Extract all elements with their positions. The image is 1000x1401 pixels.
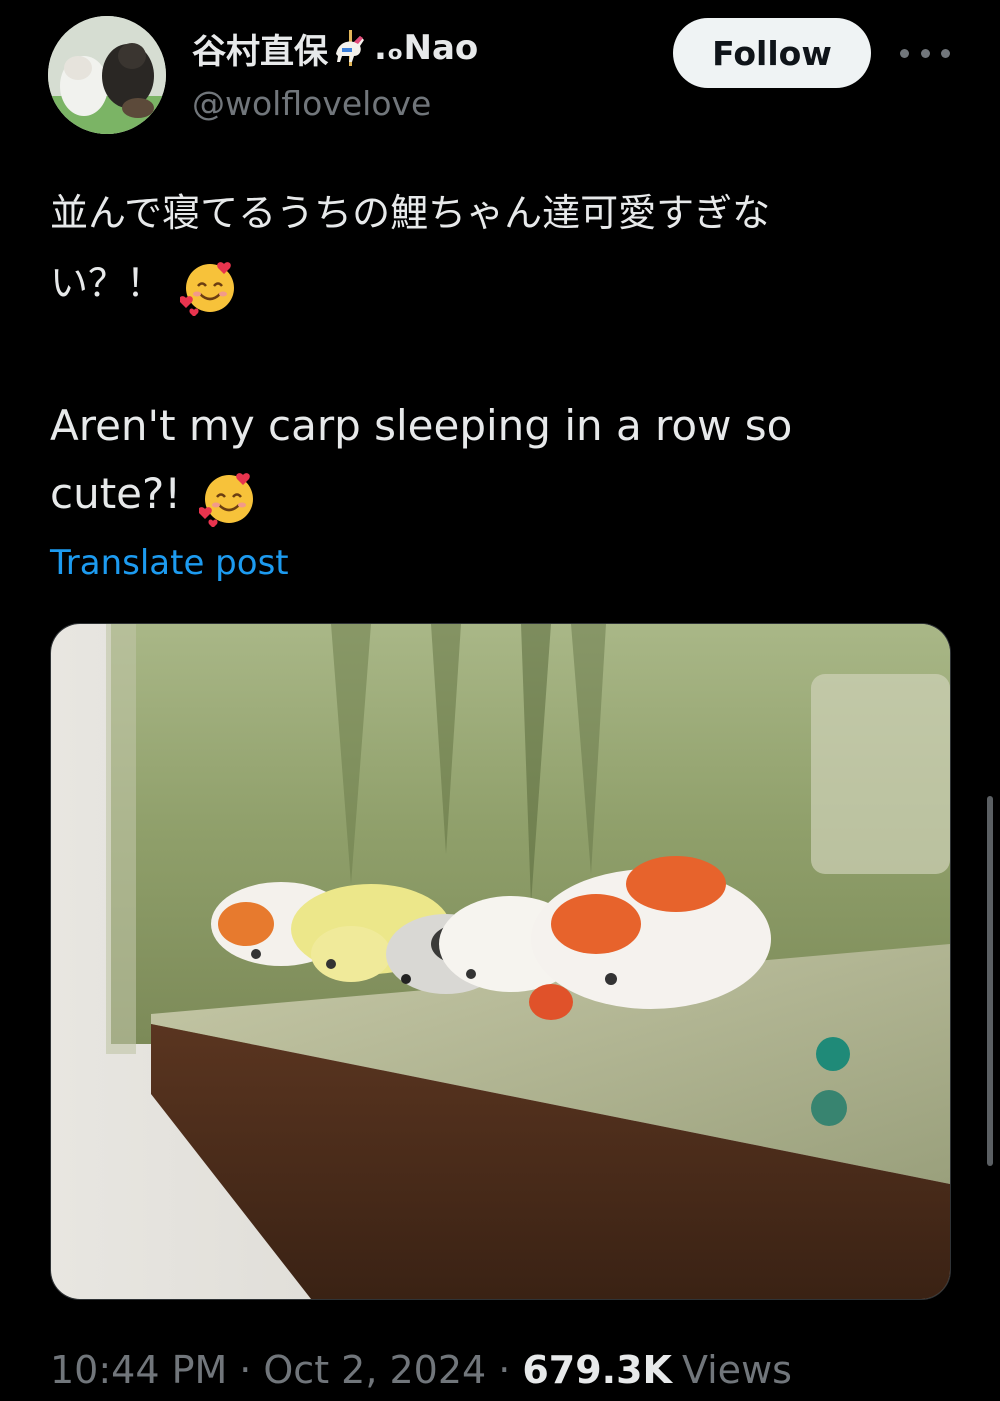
post-text-en-line2: cute?! [50,469,182,518]
meta-separator: · [239,1348,252,1392]
post-text-japanese: 並んで寝てるうちの鯉ちゃん達可愛すぎな い？！ [50,178,955,318]
author-avatar[interactable] [48,16,166,134]
display-name-suffix: .ₒNao [374,28,479,68]
views-count: 679.3K [522,1348,672,1392]
author-display-name[interactable]: 谷村直保 .ₒNao [192,26,479,72]
post-text-en-line1: Aren't my carp sleeping in a row so [50,401,793,450]
follow-button[interactable]: Follow [673,18,871,88]
post-metadata: 10:44 PM · Oct 2, 2024 · 679.3K Views [50,1348,792,1392]
more-options-icon[interactable] [900,36,950,70]
post-text-jp-line1: 並んで寝てるうちの鯉ちゃん達可愛すぎな [50,191,771,235]
more-dot [920,48,930,58]
post-media-image[interactable] [50,623,951,1300]
author-handle[interactable]: @wolflovelove [192,84,431,123]
translate-post-link[interactable]: Translate post [50,543,289,583]
avatar-dogs-photo [48,16,166,134]
meta-separator: · [498,1348,511,1392]
koi-aquarium-photo [51,624,950,1299]
views-label: Views [681,1348,792,1392]
post-time[interactable]: 10:44 PM [50,1348,227,1392]
post-text-jp-line2: い？！ [50,261,165,305]
display-name-prefix: 谷村直保 [192,31,328,72]
post-text-jp-line2-row: い？！ [50,248,955,318]
post-header: 谷村直保 .ₒNao @wolflovelove Follow [0,0,1000,150]
more-dot [941,48,950,58]
smiling-face-with-hearts-emoji [180,261,235,316]
more-dot [900,48,909,58]
carousel-horse-icon [336,30,364,66]
post-date[interactable]: Oct 2, 2024 [263,1348,486,1392]
post-text-en-line2-row: cute?! [50,460,955,528]
post-text-english: Aren't my carp sleeping in a row so cute… [50,392,955,528]
scrollbar[interactable] [987,796,993,1166]
smiling-face-with-hearts-emoji [198,472,253,527]
